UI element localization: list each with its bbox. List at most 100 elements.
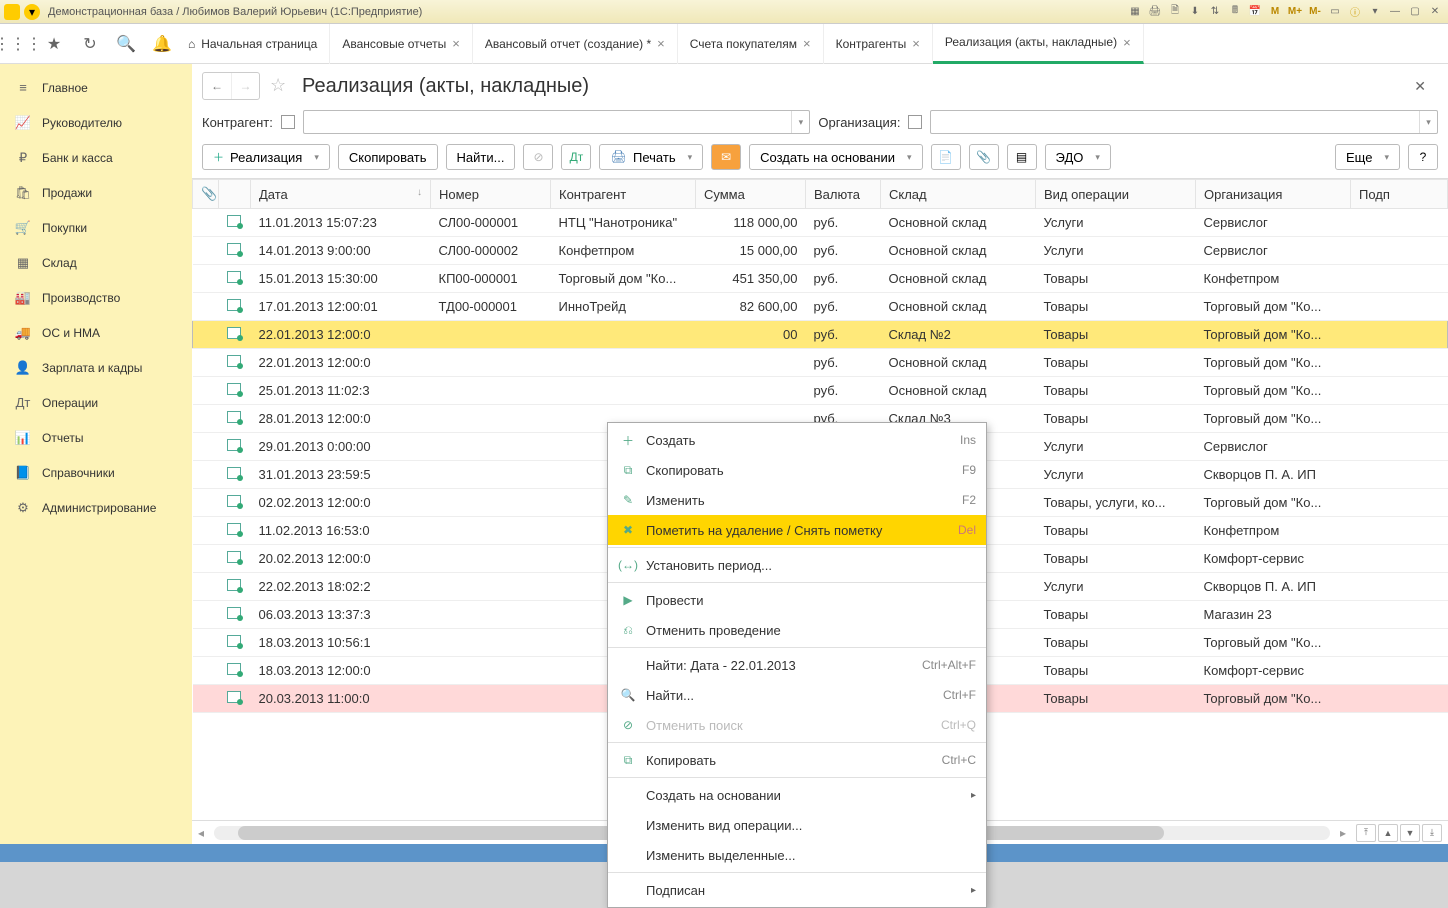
maximize-icon[interactable]: ▢ <box>1406 4 1424 20</box>
ctx-item-8[interactable]: ⎌Отменить проведение <box>608 615 986 645</box>
contragent-checkbox[interactable] <box>281 115 295 129</box>
attach-button[interactable]: 📎 <box>969 144 999 170</box>
col-header-10[interactable]: Подп <box>1351 180 1448 209</box>
save-icon[interactable]: ⬇ <box>1186 4 1204 20</box>
sidebar-item-1[interactable]: 📈Руководителю <box>0 105 192 140</box>
sidebar-item-7[interactable]: 🚚ОС и НМА <box>0 315 192 350</box>
tb-icon[interactable]: ▦ <box>1126 4 1144 20</box>
ctx-item-11[interactable]: 🔍Найти...Ctrl+F <box>608 680 986 710</box>
m-icon[interactable]: M <box>1266 4 1284 20</box>
ctx-item-0[interactable]: ＋СоздатьIns <box>608 425 986 455</box>
ctx-item-5[interactable]: (↔)Установить период... <box>608 550 986 580</box>
table-row[interactable]: 14.01.2013 9:00:00СЛ00-000002Конфетпром1… <box>193 237 1448 265</box>
col-header-3[interactable]: Номер <box>431 180 551 209</box>
col-header-5[interactable]: Сумма <box>696 180 806 209</box>
ctx-item-20[interactable]: Подписан <box>608 875 986 905</box>
calendar-icon[interactable]: 📅 <box>1246 4 1264 20</box>
table-row[interactable]: 25.01.2013 11:02:3руб.Основной складТова… <box>193 377 1448 405</box>
sidebar-item-2[interactable]: ₽Банк и касса <box>0 140 192 175</box>
col-header-7[interactable]: Склад <box>881 180 1036 209</box>
sidebar-item-11[interactable]: 📘Справочники <box>0 455 192 490</box>
create-on-button[interactable]: Создать на основании <box>749 144 922 170</box>
sidebar-item-4[interactable]: 🛒Покупки <box>0 210 192 245</box>
preview-icon[interactable]: 🗎 <box>1166 4 1184 20</box>
tab-close-icon[interactable]: × <box>912 36 920 51</box>
sidebar-item-6[interactable]: 🏭Производство <box>0 280 192 315</box>
col-header-0[interactable]: 📎 <box>193 180 219 209</box>
table-row[interactable]: 11.01.2013 15:07:23СЛ00-000001НТЦ "Нанот… <box>193 209 1448 237</box>
tab-2[interactable]: Авансовый отчет (создание) *× <box>473 24 678 64</box>
cancel-search-button[interactable]: ⊘ <box>523 144 553 170</box>
doc2-button[interactable]: ▤ <box>1007 144 1037 170</box>
print-icon[interactable]: 🖨 <box>1146 4 1164 20</box>
help-button[interactable]: ? <box>1408 144 1438 170</box>
ctx-item-14[interactable]: ⧉КопироватьCtrl+C <box>608 745 986 775</box>
favorite-star-icon[interactable]: ☆ <box>270 75 292 97</box>
m-plus-icon[interactable]: M+ <box>1286 4 1304 20</box>
org-select[interactable]: ▾ <box>930 110 1438 134</box>
page-last-button[interactable]: ⤓ <box>1422 824 1442 842</box>
app-menu-dropdown[interactable]: ▾ <box>24 4 40 20</box>
edo-button[interactable]: ЭДО <box>1045 144 1111 170</box>
tab-5[interactable]: Реализация (акты, накладные)× <box>933 24 1144 64</box>
col-header-8[interactable]: Вид операции <box>1036 180 1196 209</box>
dd-icon[interactable]: ▾ <box>1366 4 1384 20</box>
sidebar-item-5[interactable]: ▦Склад <box>0 245 192 280</box>
table-row[interactable]: 15.01.2013 15:30:00КП00-000001Торговый д… <box>193 265 1448 293</box>
sidebar-item-0[interactable]: ≡Главное <box>0 70 192 105</box>
nav-back-button[interactable]: ← <box>203 73 231 99</box>
tab-1[interactable]: Авансовые отчеты× <box>330 24 473 64</box>
sidebar-item-8[interactable]: 👤Зарплата и кадры <box>0 350 192 385</box>
mail-button[interactable]: ✉ <box>711 144 741 170</box>
sidebar-item-10[interactable]: 📊Отчеты <box>0 420 192 455</box>
tab-3[interactable]: Счета покупателям× <box>678 24 824 64</box>
tab-close-icon[interactable]: × <box>803 36 811 51</box>
history-icon[interactable]: ↻ <box>72 26 108 62</box>
sidebar-item-12[interactable]: ⚙Администрирование <box>0 490 192 525</box>
ctx-item-10[interactable]: Найти: Дата - 22.01.2013Ctrl+Alt+F <box>608 650 986 680</box>
tab-close-icon[interactable]: × <box>657 36 665 51</box>
copy-button[interactable]: Скопировать <box>338 144 438 170</box>
find-button[interactable]: Найти... <box>446 144 516 170</box>
create-button[interactable]: ＋Реализация <box>202 144 330 170</box>
notifications-icon[interactable]: 🔔 <box>144 26 180 62</box>
tab-close-icon[interactable]: × <box>1123 35 1131 50</box>
ctx-item-3[interactable]: ✖Пометить на удаление / Снять пометкуDel <box>608 515 986 545</box>
tab-0[interactable]: ⌂Начальная страница <box>180 24 330 64</box>
col-header-2[interactable]: Дата↓ <box>251 180 431 209</box>
col-header-1[interactable] <box>219 180 251 209</box>
favorites-icon[interactable]: ★ <box>36 26 72 62</box>
page-first-button[interactable]: ⤒ <box>1356 824 1376 842</box>
contragent-select[interactable]: ▾ <box>303 110 811 134</box>
table-row[interactable]: 17.01.2013 12:00:01ТД00-000001ИнноТрейд8… <box>193 293 1448 321</box>
print-button[interactable]: 🖨Печать <box>599 144 703 170</box>
more-button[interactable]: Еще <box>1335 144 1400 170</box>
nav-forward-button[interactable]: → <box>231 73 259 99</box>
search-icon[interactable]: 🔍 <box>108 26 144 62</box>
apps-icon[interactable]: ⋮⋮⋮ <box>0 26 36 62</box>
window-icon[interactable]: ▭ <box>1326 4 1344 20</box>
col-header-4[interactable]: Контрагент <box>551 180 696 209</box>
page-up-button[interactable]: ▲ <box>1378 824 1398 842</box>
col-header-9[interactable]: Организация <box>1196 180 1351 209</box>
dtkt-button[interactable]: Дт <box>561 144 591 170</box>
tab-4[interactable]: Контрагенты× <box>824 24 933 64</box>
col-header-6[interactable]: Валюта <box>806 180 881 209</box>
page-down-button[interactable]: ▼ <box>1400 824 1420 842</box>
ctx-item-17[interactable]: Изменить вид операции... <box>608 810 986 840</box>
ctx-item-1[interactable]: ⧉СкопироватьF9 <box>608 455 986 485</box>
calc-icon[interactable]: 🖩 <box>1226 4 1244 20</box>
ctx-item-7[interactable]: ▶Провести <box>608 585 986 615</box>
sidebar-item-9[interactable]: ДтОперации <box>0 385 192 420</box>
org-checkbox[interactable] <box>908 115 922 129</box>
ctx-item-2[interactable]: ✎ИзменитьF2 <box>608 485 986 515</box>
close-icon[interactable]: ✕ <box>1426 4 1444 20</box>
compare-icon[interactable]: ⇅ <box>1206 4 1224 20</box>
page-close-button[interactable]: ✕ <box>1410 74 1430 99</box>
minimize-icon[interactable]: — <box>1386 4 1404 20</box>
table-row[interactable]: 22.01.2013 12:00:0руб.Основной складТова… <box>193 349 1448 377</box>
info-icon[interactable]: ⓘ <box>1346 4 1364 20</box>
ctx-item-18[interactable]: Изменить выделенные... <box>608 840 986 870</box>
tab-close-icon[interactable]: × <box>452 36 460 51</box>
sidebar-item-3[interactable]: 🛍Продажи <box>0 175 192 210</box>
